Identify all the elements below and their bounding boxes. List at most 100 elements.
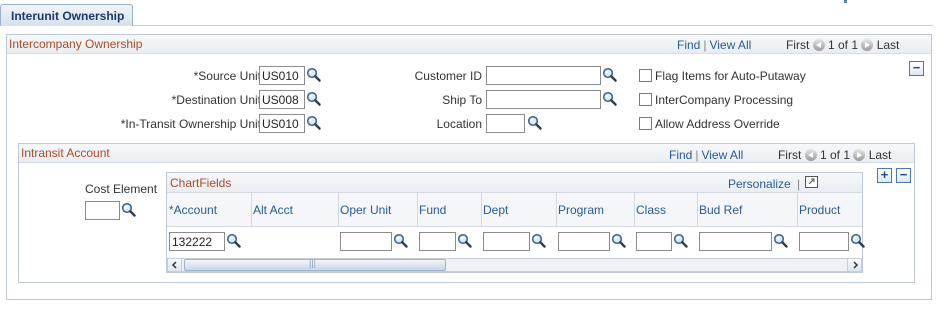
magnifier-icon[interactable]: [602, 67, 617, 82]
source-unit-input[interactable]: [259, 66, 305, 85]
magnifier-icon[interactable]: [306, 67, 321, 82]
row-count: 1 of 1: [819, 148, 851, 162]
magnifier-icon[interactable]: [306, 115, 321, 130]
cost-element-input[interactable]: [85, 201, 120, 220]
subgroup-header: Intransit Account Find | View All First 1 …: [19, 144, 914, 163]
magnifier-icon[interactable]: [226, 233, 241, 248]
magnifier-icon[interactable]: [527, 115, 542, 130]
column-divider: [634, 193, 635, 227]
collapse-button[interactable]: −: [909, 61, 924, 76]
magnifier-icon[interactable]: [611, 233, 626, 248]
tab-strip-line: [133, 25, 933, 26]
nav-separator: |: [695, 148, 699, 162]
magnifier-icon[interactable]: [121, 202, 136, 217]
column-header-dept[interactable]: Dept: [483, 203, 508, 217]
column-divider: [417, 193, 418, 227]
tab-interunit-ownership[interactable]: Interunit Ownership: [0, 4, 133, 26]
column-header-alt-acct[interactable]: Alt Acct: [253, 203, 293, 217]
arrow-left-icon[interactable]: [804, 149, 817, 161]
first-label: First: [777, 148, 802, 162]
row-count: 1 of 1: [827, 38, 859, 52]
magnifier-icon[interactable]: [393, 233, 408, 248]
subgroup-title: Intransit Account: [21, 146, 110, 160]
horizontal-scrollbar[interactable]: |||: [167, 258, 862, 272]
grid-header-row: *Account Alt Acct Oper Unit Fund Dept Pr…: [167, 192, 862, 227]
allow-address-override-checkbox[interactable]: [639, 117, 652, 130]
magnifier-icon[interactable]: [673, 233, 688, 248]
bud-ref-input[interactable]: [699, 232, 772, 251]
grid-title: ChartFields: [170, 176, 232, 190]
corner-mark: [844, 0, 847, 3]
chartfields-grid: ChartFields Personalize | *Account Alt A…: [166, 172, 863, 273]
column-header-bud-ref[interactable]: Bud Ref: [699, 203, 742, 217]
allow-address-override-label: Allow Address Override: [655, 117, 780, 131]
column-header-class[interactable]: Class: [636, 203, 666, 217]
intransit-unit-input[interactable]: [259, 114, 305, 133]
customer-id-input[interactable]: [486, 66, 601, 85]
scroll-right-button[interactable]: [847, 259, 861, 271]
column-header-product[interactable]: Product: [799, 203, 840, 217]
product-input[interactable]: [799, 232, 849, 251]
column-header-program[interactable]: Program: [558, 203, 604, 217]
group-title: Intercompany Ownership: [9, 37, 143, 51]
last-label: Last: [868, 148, 892, 162]
column-header-account[interactable]: *Account: [169, 203, 217, 217]
magnifier-icon[interactable]: [531, 233, 546, 248]
grid-title-bar: ChartFields Personalize |: [167, 173, 862, 192]
column-divider: [797, 193, 798, 227]
intercompany-processing-checkbox[interactable]: [639, 93, 652, 106]
group-navigation: Find | View All First 1 of 1 Last: [677, 38, 899, 52]
arrow-right-icon[interactable]: [861, 39, 874, 51]
column-divider: [556, 193, 557, 227]
scroll-grip: |||: [309, 258, 317, 268]
group-header: Intercompany Ownership Find | View All Fir…: [7, 35, 931, 54]
location-input[interactable]: [486, 114, 525, 133]
view-all-link[interactable]: View All: [701, 148, 743, 162]
magnifier-icon[interactable]: [850, 233, 865, 248]
arrow-right-icon[interactable]: [853, 149, 866, 161]
column-divider: [697, 193, 698, 227]
arrow-left-icon[interactable]: [812, 39, 825, 51]
magnifier-icon[interactable]: [457, 233, 472, 248]
account-input[interactable]: [169, 232, 225, 251]
magnifier-icon[interactable]: [306, 91, 321, 106]
oper-unit-input[interactable]: [340, 232, 392, 251]
find-link[interactable]: Find: [677, 38, 700, 52]
source-unit-label: *Source Unit: [193, 69, 261, 83]
dept-input[interactable]: [483, 232, 530, 251]
magnifier-icon[interactable]: [602, 91, 617, 106]
column-header-oper-unit[interactable]: Oper Unit: [340, 203, 391, 217]
customer-id-label: Customer ID: [414, 69, 482, 83]
nav-separator: |: [797, 177, 801, 191]
flag-items-label: Flag Items for Auto-Putaway: [655, 69, 806, 83]
flag-items-checkbox[interactable]: [639, 69, 652, 82]
intransit-account-group: Intransit Account Find | View All First 1 …: [18, 143, 915, 283]
class-input[interactable]: [636, 232, 672, 251]
fund-input[interactable]: [419, 232, 456, 251]
subgroup-navigation: Find | View All First 1 of 1 Last: [669, 148, 891, 162]
destination-unit-label: *Destination Unit: [171, 93, 261, 107]
find-link[interactable]: Find: [669, 148, 692, 162]
ship-to-input[interactable]: [486, 90, 601, 109]
location-label: Location: [436, 117, 482, 131]
chevron-right-icon: [853, 261, 859, 269]
program-input[interactable]: [558, 232, 610, 251]
destination-unit-input[interactable]: [259, 90, 305, 109]
cost-element-label: Cost Element: [85, 182, 158, 196]
delete-row-button[interactable]: −: [896, 168, 911, 183]
column-header-fund[interactable]: Fund: [419, 203, 446, 217]
intercompany-processing-label: InterCompany Processing: [655, 93, 794, 107]
intransit-unit-label: *In-Transit Ownership Unit: [120, 117, 261, 131]
column-divider: [251, 193, 252, 227]
expand-grid-icon[interactable]: [805, 176, 819, 189]
view-all-link[interactable]: View All: [709, 38, 751, 52]
column-divider: [338, 193, 339, 227]
personalize-link[interactable]: Personalize: [728, 177, 791, 191]
chevron-left-icon: [171, 261, 177, 269]
scroll-left-button[interactable]: [168, 259, 182, 271]
ship-to-label: Ship To: [442, 93, 482, 107]
magnifier-icon[interactable]: [773, 233, 788, 248]
column-divider: [481, 193, 482, 227]
add-row-button[interactable]: +: [877, 168, 892, 183]
scroll-thumb[interactable]: |||: [184, 258, 446, 271]
